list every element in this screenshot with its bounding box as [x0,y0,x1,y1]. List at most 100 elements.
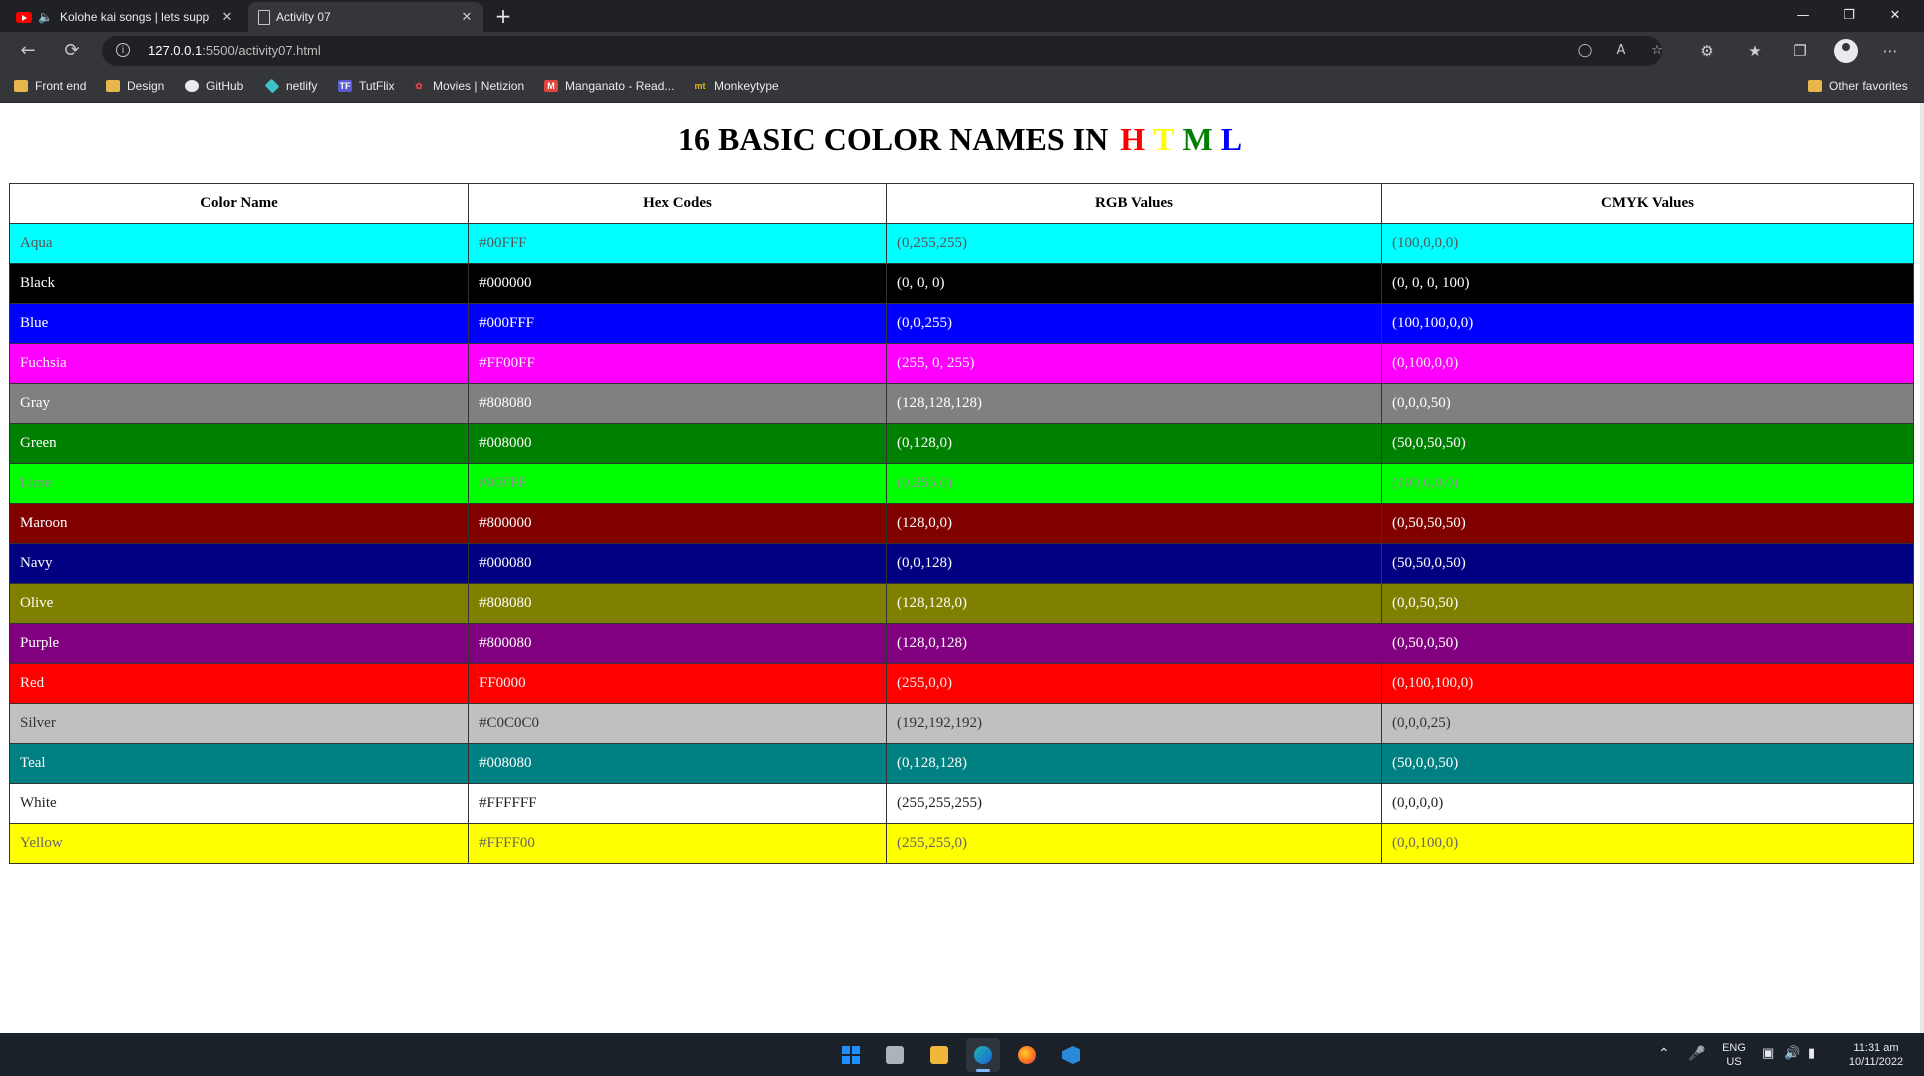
bookmark-label: Movies | Netizion [433,79,525,93]
rgb-value-cell: (0,0,255) [886,303,1382,344]
color-name-cell: White [9,783,469,824]
show-hidden-icons-icon[interactable]: ⌃ [1658,1045,1670,1062]
cmyk-value-cell: (0,0,0,0) [1381,783,1914,824]
bookmark-label: Front end [35,79,87,93]
rgb-value-cell: (128,0,128) [886,623,1382,664]
youtube-icon [16,11,32,23]
color-name-cell: Silver [9,703,469,744]
title-letter: H [1120,121,1146,157]
minimize-button[interactable]: — [1780,0,1826,32]
speaker-icon[interactable]: 🔈 [38,10,54,24]
table-row: Red FF0000 (255,0,0) (0,100,100,0) [9,663,1914,704]
color-name-cell: Purple [9,623,469,664]
tab-activity[interactable]: Activity 07 ✕ [248,2,483,32]
color-name-cell: Aqua [9,223,469,264]
tab-youtube[interactable]: 🔈 Kolohe kai songs | lets supp ✕ [8,2,243,32]
collections-icon[interactable]: ❐ [1790,41,1810,61]
bookmark-movies[interactable]: ✿ Movies | Netizion [412,70,524,102]
rgb-value-cell: (0,128,0) [886,423,1382,464]
scrollbar[interactable] [1920,103,1924,1033]
hex-code-cell: FF0000 [468,663,887,704]
windows-start-icon[interactable] [834,1038,868,1072]
bookmark-netlify[interactable]: netlify [264,70,317,102]
close-tab-icon[interactable]: ✕ [219,9,235,25]
cmyk-value-cell: (100,0,0,0) [1381,463,1914,504]
bookmark-tutflix[interactable]: TF TutFlix [338,70,395,102]
battery-icon[interactable]: ▮ [1808,1045,1815,1061]
language-indicator[interactable]: ENG US [1718,1041,1750,1069]
language-code: ENG [1722,1042,1746,1054]
cmyk-value-cell: (0, 0, 0, 100) [1381,263,1914,304]
color-name-cell: Gray [9,383,469,424]
tutflix-icon: TF [338,80,352,92]
more-menu-icon[interactable]: ⋯ [1880,41,1900,61]
hex-code-cell: #00FFF [468,223,887,264]
microphone-icon[interactable]: 🎤 [1688,1045,1705,1062]
read-aloud-icon[interactable]: A [1612,42,1630,60]
close-window-button[interactable]: ✕ [1872,0,1918,32]
clock-date: 10/11/2022 [1848,1056,1904,1068]
movies-icon: ✿ [415,81,423,91]
new-tab-button[interactable]: + [490,4,516,28]
netlify-icon [264,78,280,94]
close-tab-icon[interactable]: ✕ [459,9,475,25]
github-icon [185,80,199,92]
tracking-prevention-icon[interactable]: ◯ [1576,42,1594,60]
tab-title: Kolohe kai songs | lets supp [60,10,210,24]
rgb-value-cell: (0,0,128) [886,543,1382,584]
favorites-icon[interactable]: ★ [1745,41,1765,61]
task-view-icon[interactable] [878,1038,912,1072]
column-header: Hex Codes [468,183,887,224]
bookmark-design[interactable]: Design [106,70,164,102]
refresh-icon[interactable]: ⟳ [60,39,84,63]
table-row: White #FFFFFF (255,255,255) (0,0,0,0) [9,783,1914,824]
profile-avatar[interactable] [1834,39,1858,63]
table-row: Lime #00FFF (0,255,0) (100,0,0,0) [9,463,1914,504]
column-header: CMYK Values [1381,183,1914,224]
bookmark-label: Monkeytype [714,79,779,93]
manganato-icon: M [544,80,558,92]
vscode-icon[interactable] [1054,1038,1088,1072]
color-name-cell: Maroon [9,503,469,544]
url-text[interactable]: 127.0.0.1:5500/activity07.html [148,36,321,66]
clock[interactable]: 11:31 am 10/11/2022 [1834,1041,1918,1069]
table-row: Green #008000 (0,128,0) (50,0,50,50) [9,423,1914,464]
hex-code-cell: #000080 [468,543,887,584]
cmyk-value-cell: (0,0,50,50) [1381,583,1914,624]
hex-code-cell: #800080 [468,623,887,664]
file-explorer-icon[interactable] [922,1038,956,1072]
tab-title: Activity 07 [276,10,331,24]
keyboard-region: US [1726,1056,1742,1068]
address-bar[interactable]: i 127.0.0.1:5500/activity07.html ◯ A ☆ [102,36,1663,66]
bookmark-label: TutFlix [359,79,395,93]
bookmark-monkeytype[interactable]: mt Monkeytype [693,70,779,102]
bookmark-front-end[interactable]: Front end [14,70,86,102]
color-name-cell: Teal [9,743,469,784]
color-name-cell: Navy [9,543,469,584]
bookmark-github[interactable]: GitHub [185,70,243,102]
firefox-icon[interactable] [1010,1038,1044,1072]
cmyk-value-cell: (50,0,50,50) [1381,423,1914,464]
color-name-cell: Fuchsia [9,343,469,384]
monkeytype-icon: mt [693,80,707,92]
add-favorite-icon[interactable]: ☆ [1648,42,1666,60]
volume-icon[interactable]: 🔊 [1784,1045,1800,1061]
active-app-indicator [976,1069,990,1072]
table-row: Olive #808080 (128,128,0) (0,0,50,50) [9,583,1914,624]
bookmark-manganato[interactable]: M Manganato - Read... [544,70,674,102]
restore-button[interactable]: ❐ [1826,0,1872,32]
extensions-icon[interactable]: ⚙ [1697,41,1717,61]
info-icon[interactable]: i [116,43,130,57]
title-prefix: 16 BASIC COLOR NAMES IN [677,121,1109,157]
hex-code-cell: #000FFF [468,303,887,344]
rgb-value-cell: (128,128,0) [886,583,1382,624]
table-row: Gray #808080 (128,128,128) (0,0,0,50) [9,383,1914,424]
hex-code-cell: #808080 [468,383,887,424]
table-row: Navy #000080 (0,0,128) (50,50,0,50) [9,543,1914,584]
edge-icon[interactable] [966,1038,1000,1072]
table-row: Blue #000FFF (0,0,255) (100,100,0,0) [9,303,1914,344]
other-favorites[interactable]: Other favorites [1808,70,1908,102]
hex-code-cell: #000000 [468,263,887,304]
back-arrow-icon[interactable]: ← [16,39,40,63]
network-icon[interactable]: ▣ [1762,1045,1774,1061]
